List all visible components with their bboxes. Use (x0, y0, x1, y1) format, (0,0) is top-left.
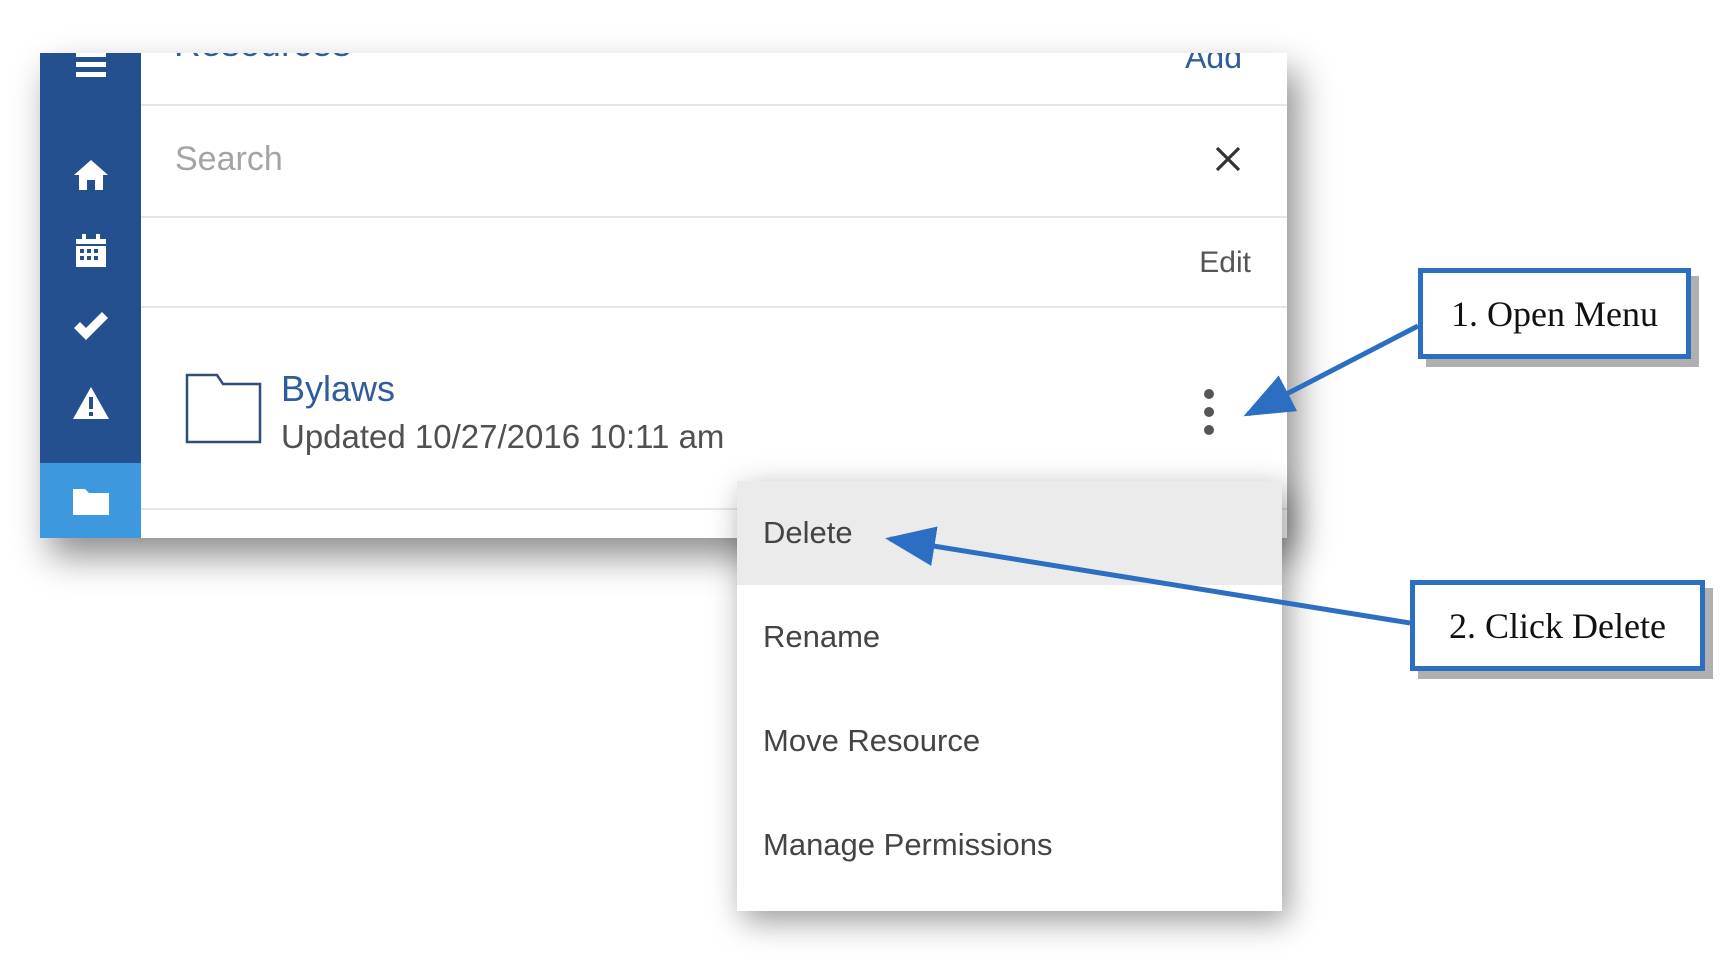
arrow-click-delete (885, 526, 1411, 626)
annotation-arrows (885, 323, 1420, 626)
callout-click-delete: 2. Click Delete (1410, 580, 1705, 671)
arrow-open-menu (1243, 323, 1420, 417)
callout-open-menu: 1. Open Menu (1418, 268, 1691, 359)
